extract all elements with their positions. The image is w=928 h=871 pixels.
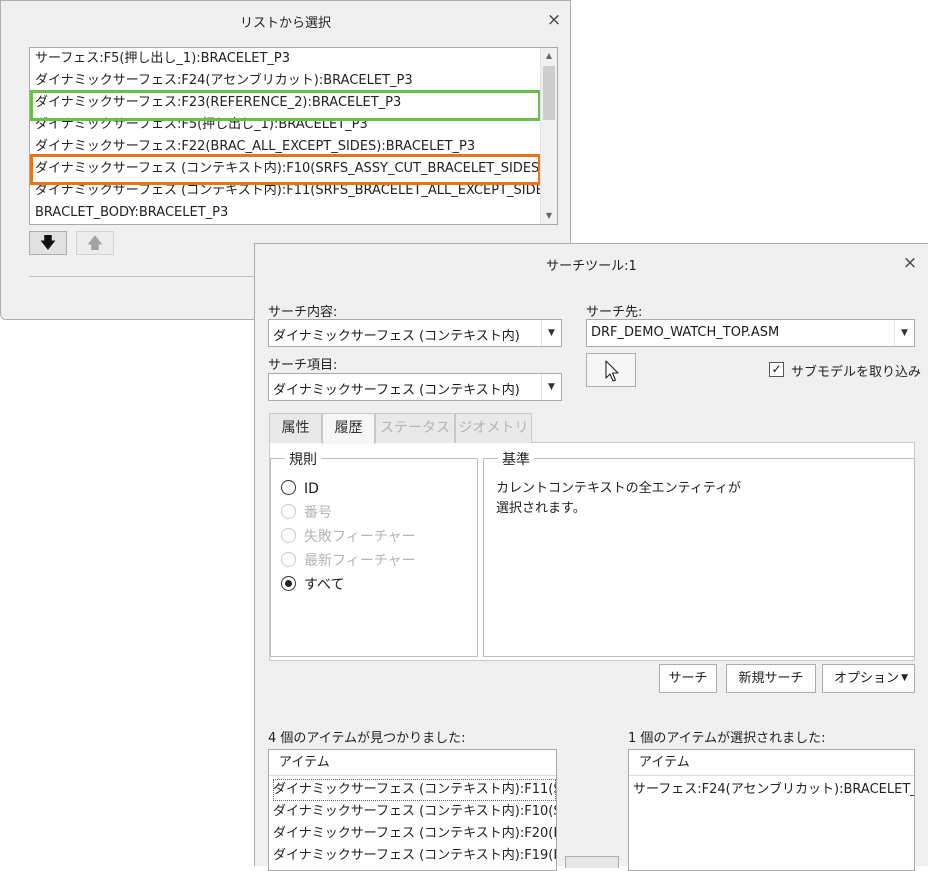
search-target-select[interactable]: DRF_DEMO_WATCH_TOP.ASM ▼ — [586, 319, 915, 347]
tab-status[interactable]: ステータス — [375, 413, 455, 443]
search-dialog-title: サーチツール:1 — [546, 259, 637, 274]
rule-option-label: 最新フィーチャー — [304, 553, 416, 569]
options-button-label: オプション — [834, 671, 900, 686]
radio-button[interactable] — [281, 480, 296, 495]
chevron-down-icon[interactable]: ▼ — [894, 320, 914, 346]
search-target-label: サーチ先: — [586, 305, 643, 320]
radio-button[interactable] — [281, 528, 296, 543]
chevron-down-icon: ▼ — [901, 673, 908, 683]
list-item[interactable]: サーフェス:F5(押し出し_1):BRACELET_P3 — [35, 48, 290, 70]
tab-geometry[interactable]: ジオメトリ — [455, 413, 532, 443]
rules-group: 規則 ID 番号 失敗フィーチャー 最新フィーチャー すべて — [270, 449, 478, 657]
up-arrow-icon: 🡅 — [86, 233, 104, 252]
rule-option-latest-feature[interactable]: 最新フィーチャー — [281, 550, 416, 572]
rule-option-label: すべて — [304, 577, 345, 593]
list-item[interactable]: ダイナミックサーフェス:F24(アセンブリカット):BRACELET_P3 — [35, 70, 413, 92]
table-row[interactable]: ダイナミックサーフェス (コンテキスト内):F20(IDX2_ — [273, 823, 556, 845]
vertical-scrollbar[interactable]: ▲ ▼ — [540, 48, 557, 224]
radio-button[interactable] — [281, 552, 296, 567]
search-dialog-titlebar[interactable]: サーチツール:1 × — [255, 244, 928, 284]
pick-from-model-button[interactable] — [586, 353, 636, 387]
move-up-button[interactable]: 🡅 — [76, 231, 114, 255]
selected-items-table[interactable]: アイテム サーフェス:F24(アセンブリカット):BRACELET_P3 — [628, 749, 915, 871]
search-content-select[interactable]: ダイナミックサーフェス (コンテキスト内) ▼ — [268, 319, 562, 347]
tab-history[interactable]: 履歴 — [322, 413, 375, 444]
item-listbox[interactable]: サーフェス:F5(押し出し_1):BRACELET_P3 ダイナミックサーフェス… — [29, 47, 558, 225]
include-submodels-label: サブモデルを取り込み — [791, 365, 922, 380]
radio-button[interactable] — [281, 576, 296, 591]
list-dialog-title: リストから選択 — [239, 16, 331, 31]
history-tab-panel: 規則 ID 番号 失敗フィーチャー 最新フィーチャー すべて 基準 カレントコン… — [269, 443, 915, 661]
transfer-button[interactable] — [565, 856, 619, 868]
down-arrow-icon: 🡇 — [39, 233, 57, 252]
rules-legend: 規則 — [285, 449, 321, 469]
criteria-group: 基準 カレントコンテキストの全エンティティが 選択されます。 — [483, 449, 915, 657]
found-items-table[interactable]: アイテム ダイナミックサーフェス (コンテキスト内):F11(SRFS_ ダイナ… — [268, 749, 557, 871]
criteria-description-line2: 選択されます。 — [496, 501, 586, 516]
orange-highlight-box — [30, 154, 541, 185]
move-down-button[interactable]: 🡇 — [29, 231, 67, 255]
include-submodels-checkbox[interactable]: ✓ — [769, 362, 784, 377]
found-items-label: 4 個のアイテムが見つかりました: — [268, 731, 466, 746]
rule-option-failed-feature[interactable]: 失敗フィーチャー — [281, 526, 416, 548]
green-highlight-box — [30, 90, 541, 121]
search-item-select[interactable]: ダイナミックサーフェス (コンテキスト内) ▼ — [268, 373, 562, 401]
table-row[interactable]: ダイナミックサーフェス (コンテキスト内):F11(SRFS_ — [273, 779, 556, 801]
rule-option-number[interactable]: 番号 — [281, 502, 332, 524]
table-row[interactable]: サーフェス:F24(アセンブリカット):BRACELET_P3 — [633, 779, 914, 801]
item-column-header[interactable]: アイテム — [629, 750, 914, 776]
rule-option-label: 番号 — [304, 505, 332, 521]
search-item-value: ダイナミックサーフェス (コンテキスト内) — [273, 383, 520, 398]
list-dialog-titlebar[interactable]: リストから選択 × — [1, 1, 570, 41]
cursor-arrow-icon — [605, 360, 619, 382]
table-row[interactable]: ダイナミックサーフェス (コンテキスト内):F19(IDX_T — [273, 845, 556, 867]
search-content-label: サーチ内容: — [268, 305, 338, 320]
scroll-thumb[interactable] — [543, 66, 555, 120]
chevron-down-icon[interactable]: ▼ — [541, 374, 561, 400]
scroll-up-icon[interactable]: ▲ — [541, 48, 557, 64]
chevron-down-icon[interactable]: ▼ — [541, 320, 561, 346]
rule-option-all[interactable]: すべて — [281, 574, 344, 596]
close-icon[interactable]: × — [546, 11, 562, 29]
table-row[interactable]: ダイナミックサーフェス (コンテキスト内):F10(SRFS_ — [273, 801, 556, 823]
tab-attributes[interactable]: 属性 — [269, 413, 322, 443]
rule-option-label: 失敗フィーチャー — [304, 529, 416, 545]
scroll-down-icon[interactable]: ▼ — [541, 208, 557, 224]
list-item[interactable]: BRACLET_BODY:BRACELET_P3 — [35, 202, 228, 224]
selected-items-label: 1 個のアイテムが選択されました: — [628, 731, 826, 746]
item-column-header[interactable]: アイテム — [269, 750, 556, 776]
search-item-label: サーチ項目: — [268, 358, 338, 373]
rule-option-label: ID — [304, 481, 319, 497]
close-icon[interactable]: × — [902, 254, 918, 272]
search-content-value: ダイナミックサーフェス (コンテキスト内) — [273, 329, 520, 344]
search-button[interactable]: サーチ — [659, 664, 717, 693]
new-search-button[interactable]: 新規サーチ — [726, 664, 816, 693]
radio-button[interactable] — [281, 504, 296, 519]
search-tool-dialog: サーチツール:1 × サーチ内容: ダイナミックサーフェス (コンテキスト内) … — [254, 243, 928, 871]
criteria-description-line1: カレントコンテキストの全エンティティが — [496, 481, 742, 496]
criteria-legend: 基準 — [498, 449, 534, 469]
rule-option-id[interactable]: ID — [281, 478, 319, 500]
search-target-value: DRF_DEMO_WATCH_TOP.ASM — [591, 325, 780, 340]
options-button[interactable]: オプション ▼ — [822, 664, 915, 693]
radio-selected-dot — [285, 580, 292, 587]
